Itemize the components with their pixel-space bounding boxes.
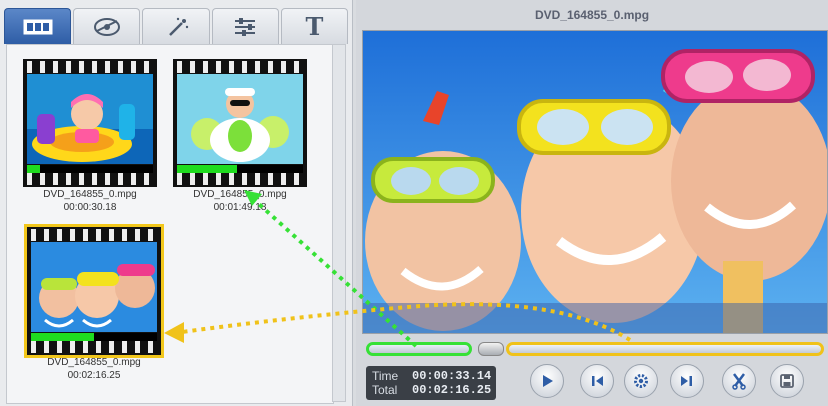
clip-progress-fill	[177, 165, 238, 173]
time-display: Time 00:00:33.14 Total 00:02:16.25	[366, 366, 496, 400]
step-forward-icon	[681, 376, 692, 386]
clip-name: DVD_164855_0.mpg	[47, 357, 141, 368]
film-strip-icon	[23, 19, 53, 34]
tab-clips[interactable]	[4, 8, 72, 44]
next-frame-button[interactable]	[670, 364, 704, 398]
clip-list-scrollbar[interactable]	[332, 44, 346, 402]
scissors-icon	[732, 373, 746, 390]
clip-image	[27, 74, 153, 164]
video-title: DVD_164855_0.mpg	[534, 8, 650, 22]
prev-frame-button[interactable]	[580, 364, 614, 398]
save-icon	[780, 374, 794, 388]
cut-button[interactable]	[722, 364, 756, 398]
clip-item[interactable]: DVD_164855_0.mpg 00:00:30.18	[23, 59, 157, 213]
clip-image	[177, 74, 303, 164]
clip-duration: 00:01:49.18	[213, 202, 267, 213]
tab-adjust[interactable]	[211, 8, 279, 44]
timeline-scrubber[interactable]	[366, 342, 824, 358]
clip-progress-bar	[177, 165, 303, 173]
text-icon: T	[305, 12, 324, 41]
tab-magic[interactable]	[142, 8, 210, 44]
time-value: 00:00:33.14	[412, 369, 492, 383]
time-label: Time	[372, 369, 399, 383]
timeline-remaining-segment[interactable]	[506, 342, 824, 356]
video-preview[interactable]	[362, 30, 828, 334]
clip-duration: 00:02:16.25	[67, 370, 121, 381]
clip-progress-bar	[27, 165, 153, 173]
settings-button[interactable]	[624, 364, 658, 398]
clip-thumbnail[interactable]	[23, 59, 157, 187]
film-reel-icon	[93, 17, 120, 36]
clip-progress-fill	[27, 165, 40, 173]
clip-progress-bar	[31, 333, 157, 341]
clip-image	[31, 242, 157, 332]
total-label: Total	[372, 383, 398, 397]
save-button[interactable]	[770, 364, 804, 398]
tab-effects[interactable]	[73, 8, 141, 44]
step-back-icon	[592, 376, 603, 386]
play-button[interactable]	[530, 364, 564, 398]
timeline-played-segment[interactable]	[366, 342, 472, 356]
clip-progress-fill	[31, 333, 94, 341]
gear-icon	[634, 374, 648, 388]
toolbar-tabs: T	[4, 8, 349, 44]
clip-item[interactable]: DVD_164855_0.mpg 00:01:49.18	[173, 59, 307, 213]
total-value: 00:02:16.25	[412, 383, 492, 397]
clip-duration: 00:00:30.18	[63, 202, 117, 213]
clip-list: DVD_164855_0.mpg 00:00:30.18 DVD_164855_…	[6, 44, 334, 404]
preview-panel: DVD_164855_0.mpg Time 00:00:33.14 Total …	[356, 0, 828, 406]
tab-text[interactable]: T	[280, 8, 349, 44]
clip-name: DVD_164855_0.mpg	[43, 189, 137, 200]
clip-name: DVD_164855_0.mpg	[193, 189, 287, 200]
clip-item-selected[interactable]: DVD_164855_0.mpg 00:02:16.25	[24, 224, 164, 381]
timeline-handle[interactable]	[478, 342, 504, 356]
magic-wand-icon	[169, 17, 189, 36]
sliders-icon	[235, 17, 256, 36]
clip-thumbnail[interactable]	[24, 224, 164, 358]
play-icon	[543, 375, 553, 387]
clip-thumbnail[interactable]	[173, 59, 307, 187]
clip-library-panel: T DVD_164855_0.mpg 00:00:30.18 DVD_16485…	[0, 0, 353, 406]
